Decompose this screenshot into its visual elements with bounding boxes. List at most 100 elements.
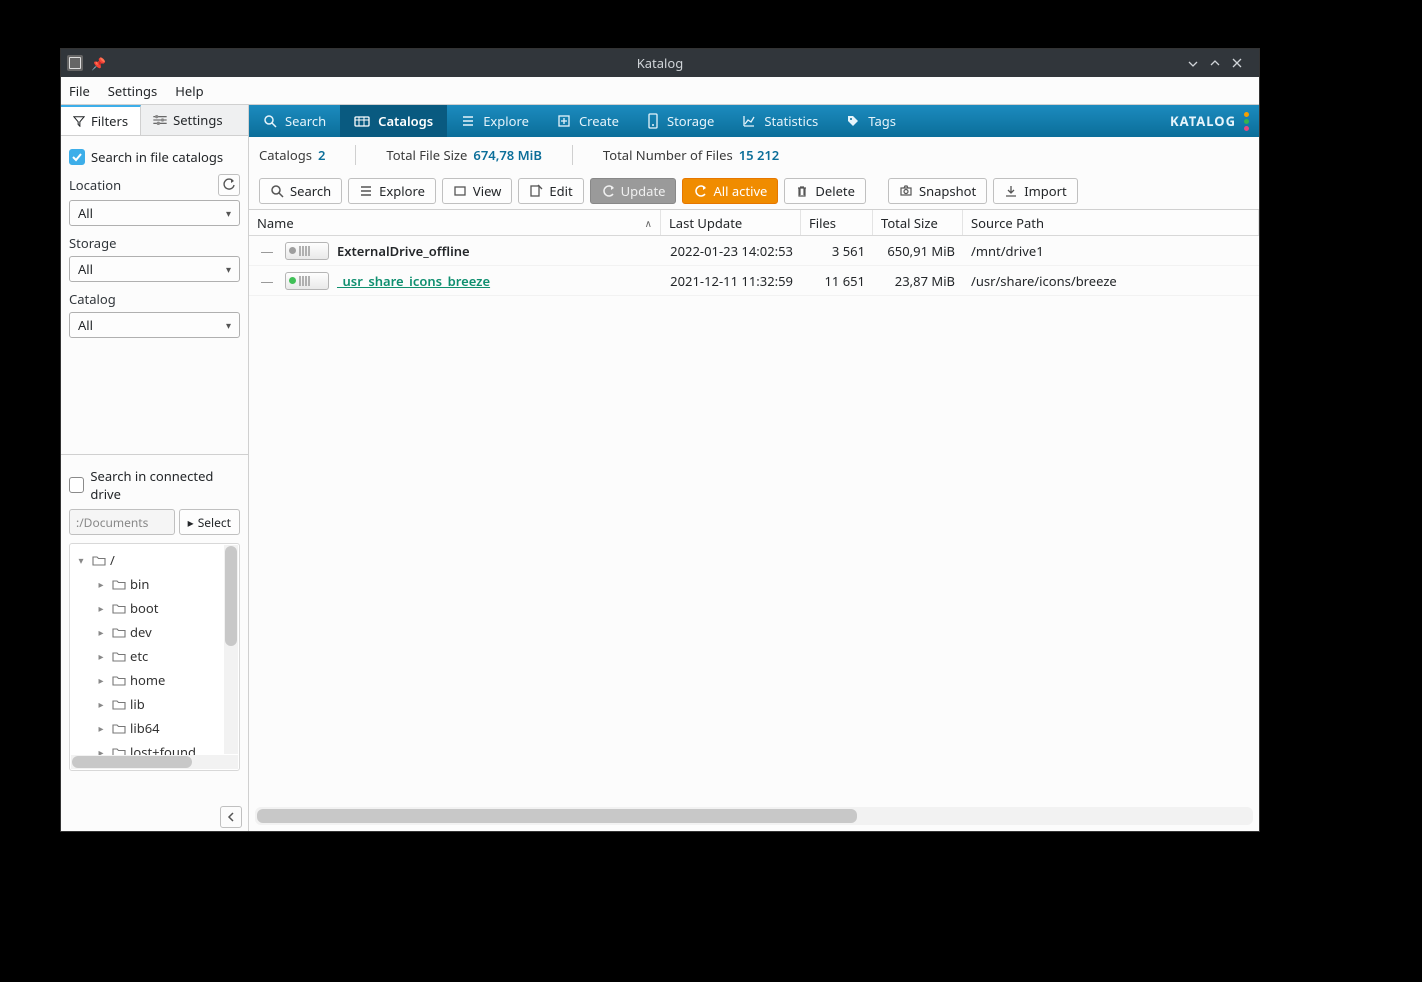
source-path: /usr/share/icons/breeze — [963, 272, 1259, 290]
col-files[interactable]: Files — [801, 210, 873, 235]
sidebar-tab-label: Settings — [173, 111, 222, 129]
main-scrollbar-horizontal[interactable] — [255, 807, 1253, 825]
chevron-down-icon: ▾ — [226, 206, 231, 220]
expand-icon[interactable]: ▸ — [94, 721, 108, 735]
tree-item[interactable]: ▾ / — [72, 548, 237, 572]
menu-settings[interactable]: Settings — [108, 82, 157, 100]
tree-item[interactable]: ▸ lib — [72, 692, 237, 716]
snapshot-button[interactable]: Snapshot — [888, 178, 987, 204]
catalog-name: _usr_share_icons_breeze — [337, 272, 490, 290]
view-button[interactable]: View — [442, 178, 512, 204]
storage-value: All — [78, 260, 93, 278]
col-source-path[interactable]: Source Path — [963, 210, 1259, 235]
nav-catalogs[interactable]: Catalogs — [340, 105, 447, 137]
location-label: Location — [69, 176, 121, 194]
expand-icon[interactable]: ▸ — [94, 673, 108, 687]
nav-tags[interactable]: Tags — [832, 105, 910, 137]
location-value: All — [78, 204, 93, 222]
sidebar-tab-filters[interactable]: Filters — [61, 105, 141, 135]
expand-icon[interactable]: ▸ — [94, 697, 108, 711]
storage-icon — [647, 113, 659, 129]
col-name[interactable]: Name∧ — [249, 210, 661, 235]
filesystem-tree[interactable]: ▾ /▸ bin▸ boot▸ dev▸ etc▸ home▸ lib▸ lib… — [69, 543, 240, 771]
window-title: Katalog — [61, 54, 1259, 72]
minimize-button[interactable] — [1187, 57, 1209, 69]
catalogs-count-value: 2 — [318, 146, 325, 164]
tree-item[interactable]: ▸ home — [72, 668, 237, 692]
menu-help[interactable]: Help — [175, 82, 203, 100]
search-button[interactable]: Search — [259, 178, 342, 204]
location-select[interactable]: All ▾ — [69, 200, 240, 226]
nav-search[interactable]: Search — [249, 105, 340, 137]
col-last-update[interactable]: Last Update — [661, 210, 801, 235]
eye-icon — [453, 184, 467, 198]
tree-scrollbar-vertical[interactable] — [224, 545, 238, 754]
explore-icon — [461, 114, 475, 128]
all-active-button[interactable]: All active — [682, 178, 778, 204]
refresh-icon — [601, 184, 615, 198]
explore-button[interactable]: Explore — [348, 178, 436, 204]
path-input[interactable]: :/Documents — [69, 509, 175, 535]
menu-file[interactable]: File — [69, 82, 90, 100]
total-files-label: Total Number of Files — [603, 146, 733, 164]
sidebar-tab-label: Filters — [91, 112, 128, 130]
camera-icon — [899, 184, 913, 198]
edit-button[interactable]: Edit — [518, 178, 583, 204]
delete-button[interactable]: Delete — [784, 178, 866, 204]
table-header: Name∧ Last Update Files Total Size Sourc… — [249, 210, 1259, 236]
total-files-value: 15 212 — [739, 146, 780, 164]
table-row[interactable]: — ExternalDrive_offline 2022-01-23 14:02… — [249, 236, 1259, 266]
download-icon — [1004, 184, 1018, 198]
tree-item[interactable]: ▸ etc — [72, 644, 237, 668]
nav-explore[interactable]: Explore — [447, 105, 543, 137]
folder-icon — [112, 579, 126, 590]
pin-icon[interactable]: 📌 — [91, 55, 106, 72]
update-button[interactable]: Update — [590, 178, 677, 204]
expand-icon[interactable]: ▸ — [94, 625, 108, 639]
nav-statistics[interactable]: Statistics — [728, 105, 832, 137]
expand-icon[interactable]: ▸ — [94, 577, 108, 591]
search-in-drive-checkbox[interactable] — [69, 477, 84, 493]
tree-scrollbar-horizontal[interactable] — [71, 755, 238, 769]
import-button[interactable]: Import — [993, 178, 1077, 204]
tree-item-label: / — [110, 551, 115, 569]
folder-icon — [112, 651, 126, 662]
catalog-select[interactable]: All ▾ — [69, 312, 240, 338]
tree-item[interactable]: ▸ boot — [72, 596, 237, 620]
tree-item[interactable]: ▸ dev — [72, 620, 237, 644]
chevron-down-icon: ▾ — [226, 262, 231, 276]
nav-create[interactable]: Create — [543, 105, 633, 137]
collapse-sidebar-button[interactable] — [220, 806, 242, 828]
storage-select[interactable]: All ▾ — [69, 256, 240, 282]
trash-icon — [795, 184, 809, 198]
expand-icon[interactable]: ▸ — [94, 601, 108, 615]
folder-icon — [112, 723, 126, 734]
titlebar: 📌 Katalog — [61, 49, 1259, 77]
select-button-label: Select — [198, 514, 231, 531]
tree-item-label: lib64 — [130, 719, 160, 737]
brand-logo: KATALOG — [1170, 112, 1259, 131]
reset-location-button[interactable] — [218, 174, 240, 196]
table-row[interactable]: — _usr_share_icons_breeze 2021-12-11 11:… — [249, 266, 1259, 296]
select-path-button[interactable]: ▸ Select — [179, 509, 240, 535]
expand-icon[interactable]: ▸ — [94, 649, 108, 663]
source-path: /mnt/drive1 — [963, 242, 1259, 260]
col-total-size[interactable]: Total Size — [873, 210, 963, 235]
stats-icon — [742, 114, 756, 128]
maximize-button[interactable] — [1209, 57, 1231, 69]
sidebar-tab-settings[interactable]: Settings — [141, 105, 248, 135]
drive-status-badge — [285, 242, 329, 260]
search-in-catalogs-checkbox[interactable] — [69, 149, 85, 165]
nav-storage[interactable]: Storage — [633, 105, 728, 137]
main-panel: Search Catalogs Explore Create — [249, 105, 1259, 831]
folder-icon — [112, 603, 126, 614]
main-nav: Search Catalogs Explore Create — [249, 105, 1259, 137]
expand-icon[interactable]: ▾ — [74, 553, 88, 567]
play-icon: ▸ — [188, 514, 194, 531]
create-icon — [557, 114, 571, 128]
tree-item[interactable]: ▸ lib64 — [72, 716, 237, 740]
folder-icon — [92, 555, 106, 566]
tree-item[interactable]: ▸ bin — [72, 572, 237, 596]
search-in-catalogs-label: Search in file catalogs — [91, 148, 223, 166]
close-button[interactable] — [1231, 57, 1253, 69]
